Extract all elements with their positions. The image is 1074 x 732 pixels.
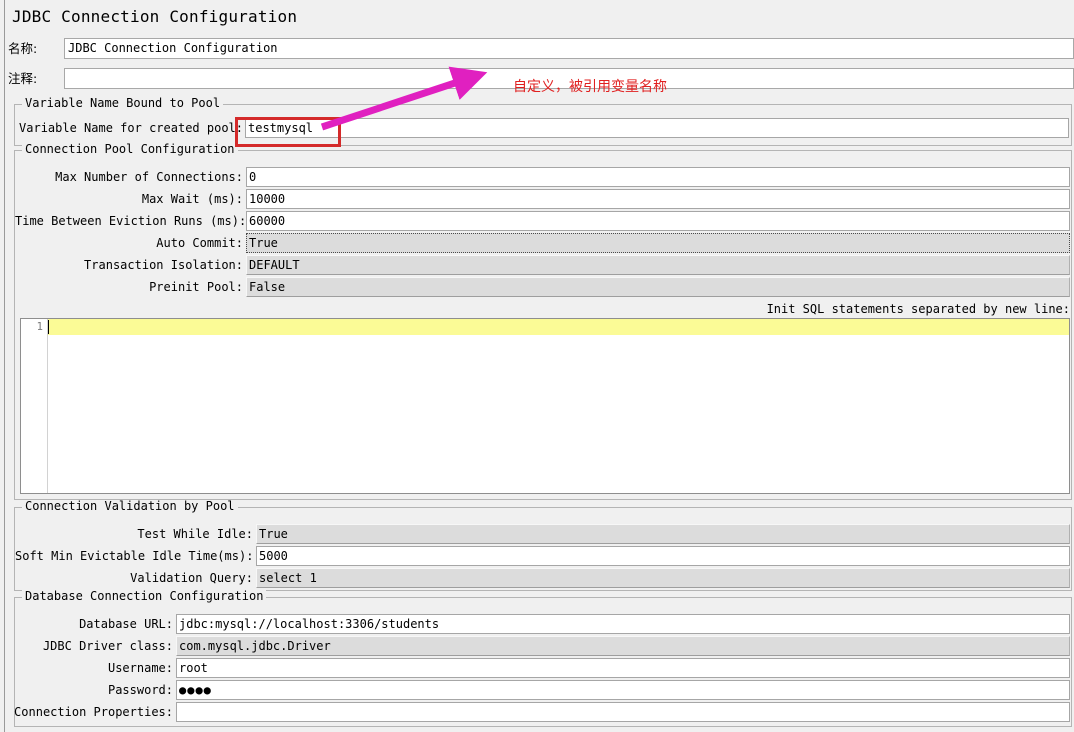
preinit-pool-combo[interactable]: False [246,277,1070,297]
auto-commit-combo[interactable]: True [246,233,1070,253]
connection-validation-group: Connection Validation by Pool Test While… [14,500,1072,591]
eviction-runs-input[interactable]: 60000 [246,211,1070,231]
password-row: Password: ●●●● [15,680,1071,701]
jdbc-driver-class-label: JDBC Driver class: [42,639,173,653]
comment-label: 注释: [8,71,38,86]
max-wait-input[interactable]: 10000 [246,189,1070,209]
password-label: Password: [107,683,173,697]
database-url-row: Database URL: jdbc:mysql://localhost:330… [15,614,1071,635]
username-input[interactable]: root [176,658,1070,678]
name-input[interactable]: JDBC Connection Configuration [64,38,1074,59]
init-sql-content[interactable] [48,319,1069,493]
init-sql-line-number: 1 [36,321,43,333]
transaction-isolation-label: Transaction Isolation: [84,258,243,272]
connection-properties-row: Connection Properties: [14,702,1071,723]
soft-min-evictable-input[interactable]: 5000 [256,546,1070,566]
eviction-runs-label: Time Between Eviction Runs (ms): [15,214,247,228]
database-url-label: Database URL: [79,617,173,631]
variable-name-input[interactable]: testmysql [245,118,1069,138]
jdbc-driver-class-row: JDBC Driver class: com.mysql.jdbc.Driver [15,636,1071,657]
variable-name-group: Variable Name Bound to Pool Variable Nam… [14,97,1072,146]
test-while-idle-label: Test While Idle: [137,527,253,541]
database-connection-group-title: Database Connection Configuration [22,590,267,603]
username-label: Username: [107,661,173,675]
variable-name-group-title: Variable Name Bound to Pool [22,97,224,110]
name-row: 名称: JDBC Connection Configuration [8,38,1074,60]
eviction-runs-row: Time Between Eviction Runs (ms): 60000 [15,211,1071,232]
connection-properties-input[interactable] [176,702,1070,722]
connection-pool-group: Connection Pool Configuration Max Number… [14,143,1072,500]
init-sql-gutter: 1 [21,319,48,493]
soft-min-evictable-label: Soft Min Evictable Idle Time(ms): [15,549,254,563]
name-label: 名称: [8,41,38,56]
preinit-pool-row: Preinit Pool: False [15,277,1071,298]
init-sql-current-line-highlight [48,319,1069,335]
annotation-text: 自定义，被引用变量名称 [513,79,667,95]
max-connections-row: Max Number of Connections: 0 [15,167,1071,188]
test-while-idle-row: Test While Idle: True [15,524,1071,545]
connection-pool-group-title: Connection Pool Configuration [22,143,238,156]
preinit-pool-label: Preinit Pool: [149,280,243,294]
max-connections-input[interactable]: 0 [246,167,1070,187]
left-rail-divider [0,0,5,732]
init-sql-caret [48,320,49,334]
validation-query-combo[interactable]: select 1 [256,568,1070,588]
jdbc-driver-class-combo[interactable]: com.mysql.jdbc.Driver [176,636,1070,656]
max-wait-row: Max Wait (ms): 10000 [15,189,1071,210]
variable-name-row: Variable Name for created pool: testmysq… [15,118,1071,139]
validation-query-label: Validation Query: [130,571,253,585]
test-while-idle-combo[interactable]: True [256,524,1070,544]
validation-query-row: Validation Query: select 1 [15,568,1071,589]
max-wait-label: Max Wait (ms): [141,192,243,206]
init-sql-label: Init SQL statements separated by new lin… [766,302,1070,316]
connection-validation-group-title: Connection Validation by Pool [22,500,238,513]
database-url-input[interactable]: jdbc:mysql://localhost:3306/students [176,614,1070,634]
auto-commit-label: Auto Commit: [156,236,243,250]
transaction-isolation-combo[interactable]: DEFAULT [246,255,1070,275]
soft-min-evictable-row: Soft Min Evictable Idle Time(ms): 5000 [15,546,1071,567]
database-connection-group: Database Connection Configuration Databa… [14,590,1072,727]
max-connections-label: Max Number of Connections: [55,170,243,184]
init-sql-editor[interactable]: 1 [20,318,1070,494]
password-input[interactable]: ●●●● [176,680,1070,700]
auto-commit-row: Auto Commit: True [15,233,1071,254]
transaction-isolation-row: Transaction Isolation: DEFAULT [15,255,1071,276]
jdbc-connection-configuration-panel: JDBC Connection Configuration 名称: JDBC C… [0,0,1074,732]
connection-properties-label: Connection Properties: [14,705,173,719]
username-row: Username: root [15,658,1071,679]
page-title: JDBC Connection Configuration [12,7,298,26]
variable-name-label: Variable Name for created pool: [19,121,243,135]
